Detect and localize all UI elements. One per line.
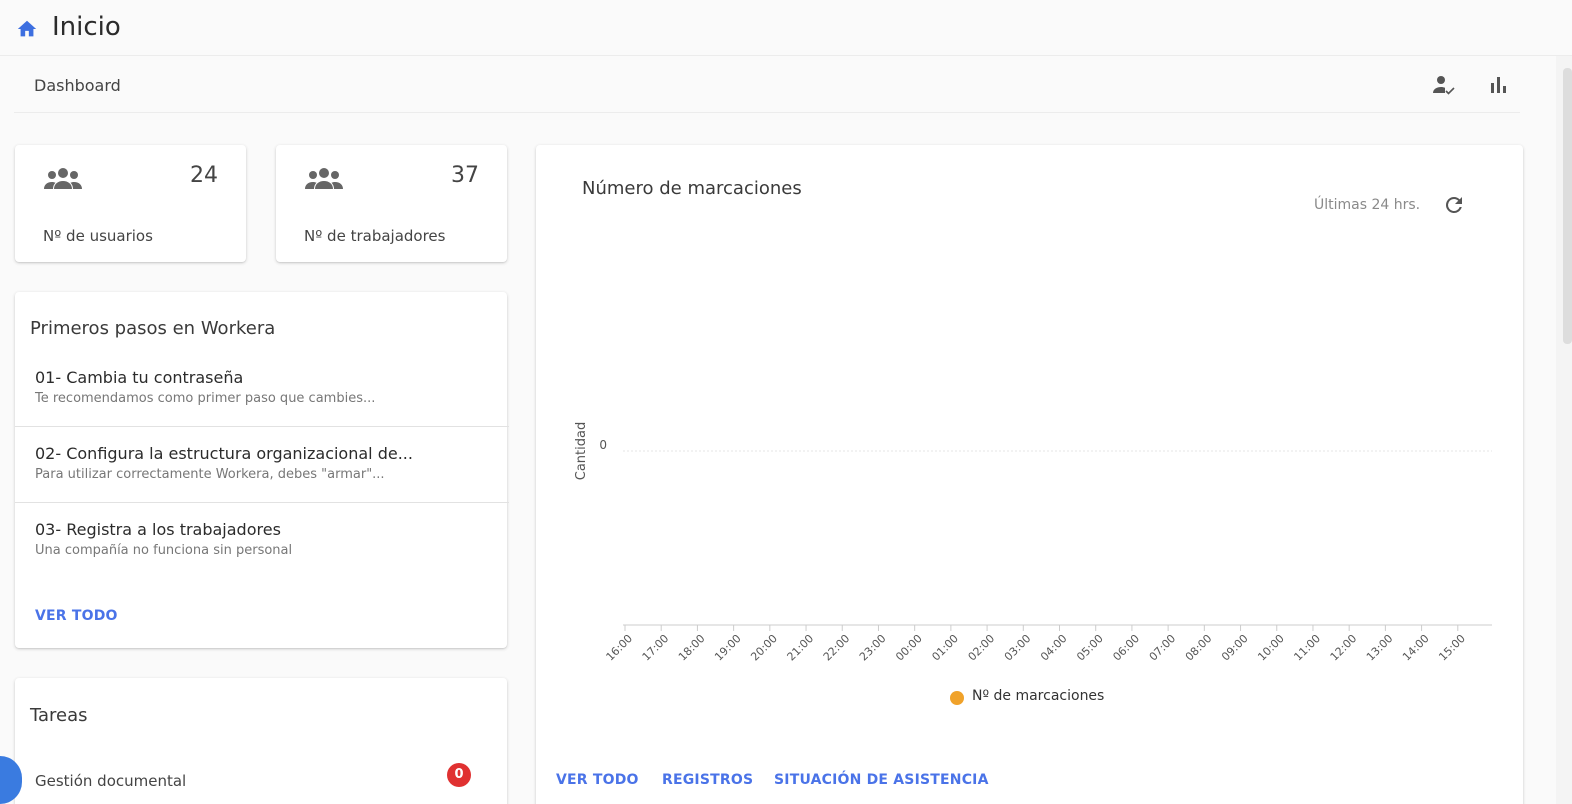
- group-icon: [44, 168, 82, 189]
- users-count: 24: [190, 163, 218, 188]
- tasks-card: Tareas Gestión documental 0: [15, 678, 507, 804]
- x-tick-label: 13:00: [1364, 632, 1396, 664]
- first-steps-card: Primeros pasos en Workera 01- Cambia tu …: [15, 292, 509, 648]
- x-tick-label: 01:00: [929, 632, 961, 664]
- x-tick-label: 08:00: [1183, 632, 1215, 664]
- chart-card: Número de marcaciones Últimas 24 hrs. Ca…: [536, 145, 1523, 804]
- records-link[interactable]: REGISTROS: [662, 772, 753, 788]
- x-tick-label: 02:00: [966, 632, 998, 664]
- x-tick-label: 03:00: [1002, 632, 1034, 664]
- y-axis-label: Cantidad: [574, 422, 589, 480]
- x-tick-label: 11:00: [1291, 632, 1323, 664]
- tasks-title: Tareas: [30, 705, 88, 726]
- page-title: Inicio: [52, 12, 121, 42]
- first-steps-title: Primeros pasos en Workera: [30, 318, 276, 339]
- x-tick-label: 06:00: [1110, 632, 1142, 664]
- chart-plot: Cantidad 016:00 17:00 18:00 19:00 20:00 21:00 2…: [574, 422, 1492, 664]
- step-title: 03- Registra a los trabajadores: [35, 520, 281, 539]
- step-title: 01- Cambia tu contraseña: [35, 368, 244, 387]
- see-all-link[interactable]: VER TODO: [556, 772, 639, 788]
- users-label: Nº de usuarios: [43, 227, 153, 245]
- x-tick-label: 19:00: [712, 632, 744, 664]
- x-tick-label: 05:00: [1074, 632, 1106, 664]
- x-tick-label: 00:00: [893, 632, 925, 664]
- step-description: Te recomendamos como primer paso que cam…: [35, 391, 376, 406]
- top-bar: Inicio: [0, 0, 1572, 56]
- x-tick-label: 16:00: [604, 632, 636, 664]
- home-icon: [17, 20, 37, 37]
- legend-dot: [950, 691, 964, 705]
- step-description: Para utilizar correctamente Workera, deb…: [35, 467, 385, 482]
- step-item[interactable]: 02- Configura la estructura organizacion…: [15, 436, 509, 512]
- step-item[interactable]: 03- Registra a los trabajadores Una comp…: [15, 512, 509, 588]
- breadcrumb-bar: Dashboard: [14, 57, 1520, 113]
- x-tick-label: 07:00: [1147, 632, 1179, 664]
- task-count-badge: 0: [447, 763, 471, 787]
- group-icon: [305, 168, 343, 189]
- step-title: 02- Configura la estructura organizacion…: [35, 444, 413, 463]
- x-tick-label: 23:00: [857, 632, 889, 664]
- x-tick-label: 09:00: [1219, 632, 1251, 664]
- x-tick-label: 18:00: [676, 632, 708, 664]
- task-label[interactable]: Gestión documental: [35, 772, 186, 790]
- legend-label: Nº de marcaciones: [972, 688, 1105, 704]
- x-tick-label: 17:00: [640, 632, 672, 664]
- x-tick-label: 20:00: [748, 632, 780, 664]
- x-tick-label: 22:00: [821, 632, 853, 664]
- scrollbar-thumb[interactable]: [1563, 68, 1572, 344]
- x-tick-label: 12:00: [1328, 632, 1360, 664]
- bar-chart-icon[interactable]: [1486, 73, 1512, 97]
- step-description: Una compañía no funciona sin personal: [35, 543, 293, 558]
- breadcrumb: Dashboard: [34, 76, 121, 95]
- x-tick-label: 10:00: [1255, 632, 1287, 664]
- attendance-status-link[interactable]: SITUACIÓN DE ASISTENCIA: [774, 772, 989, 788]
- x-tick-label: 21:00: [785, 632, 817, 664]
- divider: [15, 502, 509, 503]
- see-all-steps-link[interactable]: VER TODO: [35, 608, 118, 624]
- step-item[interactable]: 01- Cambia tu contraseña Te recomendamos…: [15, 360, 509, 436]
- x-tick-label: 15:00: [1436, 632, 1468, 664]
- x-tick-label: 04:00: [1038, 632, 1070, 664]
- x-tick-label: 14:00: [1400, 632, 1432, 664]
- y-tick-label: 0: [599, 438, 607, 452]
- workers-stat-card[interactable]: 37 Nº de trabajadores: [276, 145, 507, 262]
- users-stat-card[interactable]: 24 Nº de usuarios: [15, 145, 246, 262]
- workers-count: 37: [451, 163, 479, 188]
- user-check-icon[interactable]: [1431, 73, 1457, 97]
- workers-label: Nº de trabajadores: [304, 227, 446, 245]
- divider: [15, 426, 509, 427]
